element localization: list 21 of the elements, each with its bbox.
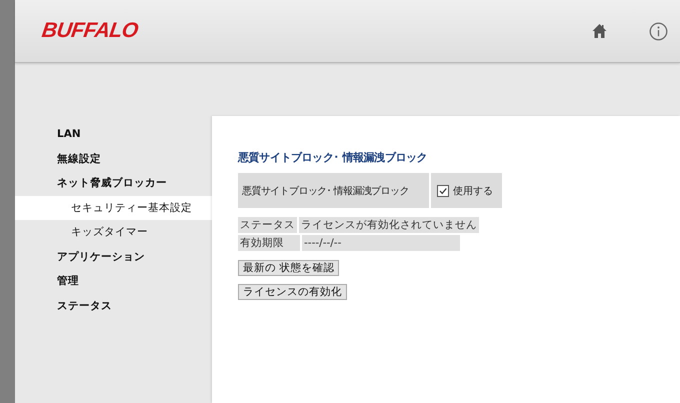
sidebar-item[interactable]: 無線設定 xyxy=(15,146,212,171)
logo: BUFFALO xyxy=(40,19,140,43)
checkbox-label: 使用する xyxy=(453,184,493,198)
sidebar-item[interactable]: ステータス xyxy=(15,294,212,318)
action-button[interactable]: ライセンスの有効化 xyxy=(238,284,347,300)
table-cell: 有効期限 xyxy=(238,235,300,251)
sidebar-item[interactable]: キッズタイマー xyxy=(15,220,212,244)
home-icon[interactable] xyxy=(591,23,608,39)
sidebar-item[interactable]: LAN xyxy=(15,122,212,146)
checkbox[interactable] xyxy=(437,184,449,196)
sidebar-item[interactable]: 管理 xyxy=(15,269,212,294)
sidebar-item[interactable]: ネット脅威ブロッカー xyxy=(15,171,212,196)
setting-label: 悪質サイトブロック･ 情報漏洩ブロック xyxy=(238,173,429,208)
action-button[interactable]: 最新の 状態を確認 xyxy=(238,260,340,276)
info-icon[interactable] xyxy=(649,22,668,40)
section-title: 悪質サイトブロック･ 情報漏洩ブロック xyxy=(238,150,428,165)
sidebar-item[interactable]: アプリケーション xyxy=(15,244,212,269)
table-cell: ステータス xyxy=(238,217,297,233)
table-cell: ライセンスが有効化されていません xyxy=(299,217,479,233)
table-cell: ----/--/-- xyxy=(302,235,460,251)
sidebar-item[interactable]: セキュリティー基本設定 xyxy=(15,196,214,220)
